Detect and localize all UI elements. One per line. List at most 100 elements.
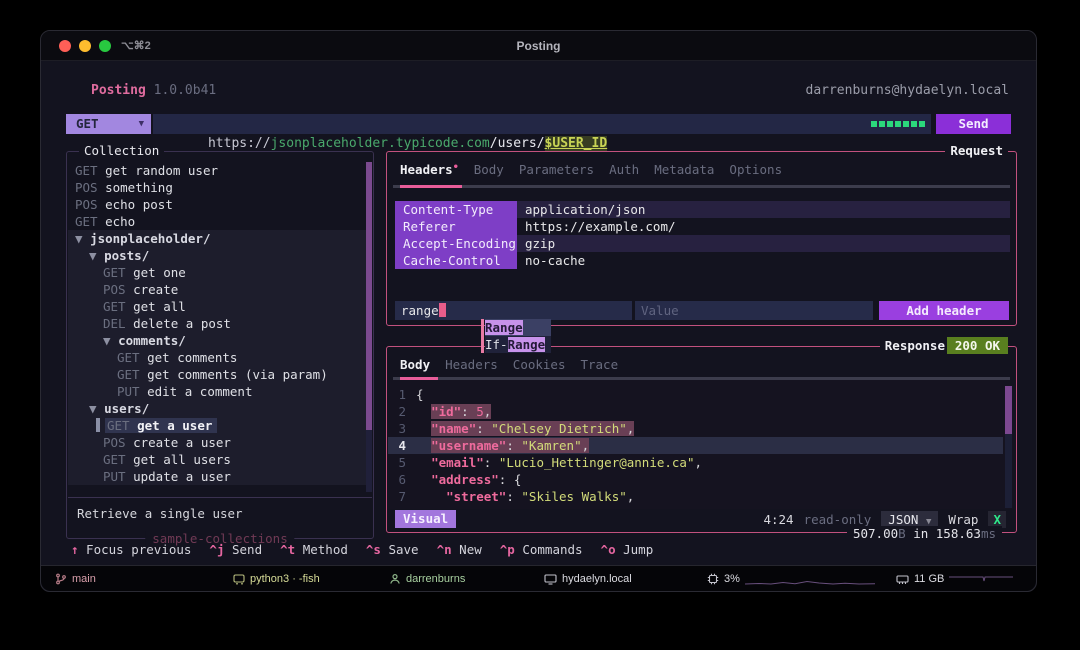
tree-request-get-comments-via-param-[interactable]: GET get comments (via param)	[68, 366, 372, 383]
tree-request-something[interactable]: POS something	[68, 179, 372, 196]
tree-request-get-all[interactable]: GET get all	[68, 298, 372, 315]
tree-request-edit-a-comment[interactable]: PUT edit a comment	[68, 383, 372, 400]
token: "address"	[431, 472, 499, 487]
tree-request-echo[interactable]: GET echo	[68, 213, 372, 230]
keybinding-save[interactable]: ^s Save	[366, 542, 419, 557]
key-action-label: Commands	[515, 542, 583, 557]
tree-request-get-random-user[interactable]: GET get random user	[68, 162, 372, 179]
header-row[interactable]: Cache-Controlno-cache	[395, 252, 1010, 269]
response-scrollbar-thumb[interactable]	[1005, 386, 1012, 434]
keybinding-jump[interactable]: ^o Jump	[601, 542, 654, 557]
tree-request-get-comments[interactable]: GET get comments	[68, 349, 372, 366]
tree-row-text: PUT edit a comment	[117, 384, 252, 399]
tree-request-get-a-user[interactable]: GET get a user	[68, 417, 372, 434]
tree-request-update-a-user[interactable]: PUT update a user	[68, 468, 372, 485]
request-method: POS	[103, 435, 133, 450]
header-value-cell: no-cache	[525, 252, 585, 269]
request-method: GET	[75, 163, 105, 178]
key-action-label: Save	[381, 542, 419, 557]
key-combo: ^p	[500, 542, 515, 557]
url-input[interactable]: https://jsonplaceholder.typicode.com/use…	[153, 114, 931, 134]
language-value: JSON	[888, 512, 918, 527]
tree-row-text: GET get all users	[103, 452, 231, 467]
username: darrenburns	[406, 573, 465, 585]
token: "Kamren"	[521, 438, 581, 453]
tab-metadata[interactable]: Metadata	[654, 162, 714, 177]
tab-headers[interactable]: Headers	[445, 357, 498, 372]
chevron-down-icon: ▼	[139, 114, 144, 134]
collapse-arrow-icon: ▼	[89, 248, 104, 263]
line-number: 1	[388, 386, 416, 403]
monitor-icon	[544, 573, 557, 585]
keybinding-send[interactable]: ^j Send	[209, 542, 262, 557]
memory-value: 11 GB	[914, 573, 944, 585]
tree-request-create[interactable]: POS create	[68, 281, 372, 298]
tree-row-text: ▼ users/	[89, 401, 149, 416]
header-value-input[interactable]: Value	[635, 301, 873, 320]
window-titlebar[interactable]: ⌥⌘2 Posting	[41, 31, 1036, 61]
indent	[416, 404, 431, 419]
line-number: 4	[388, 437, 416, 454]
response-scrollbar[interactable]	[1005, 386, 1012, 508]
activity-indicator	[871, 121, 925, 127]
request-name: get comments	[147, 350, 237, 365]
tree-folder-posts[interactable]: ▼ posts/	[68, 247, 372, 264]
tree-folder-users[interactable]: ▼ users/	[68, 400, 372, 417]
header-row[interactable]: Accept-Encodinggzip	[395, 235, 1010, 252]
app-name: Posting	[91, 83, 146, 98]
tree-request-delete-a-post[interactable]: DEL delete a post	[68, 315, 372, 332]
code-text: "email": "Lucio_Hettinger@annie.ca",	[416, 454, 702, 471]
tab-parameters[interactable]: Parameters	[519, 162, 594, 177]
autocomplete-option-range[interactable]: Range	[485, 319, 551, 336]
tab-body[interactable]: Body	[474, 162, 504, 177]
tab-body[interactable]: Body	[400, 357, 430, 372]
code-text: "id": 5,	[416, 403, 491, 420]
token: :	[484, 455, 499, 470]
selected-row-highlight: GET get a user	[105, 418, 217, 433]
tree-request-create-a-user[interactable]: POS create a user	[68, 434, 372, 451]
collection-scrollbar[interactable]	[366, 162, 372, 492]
code-line-5: 5 "email": "Lucio_Hettinger@annie.ca",	[388, 454, 1015, 471]
http-method-select[interactable]: GET ▼	[66, 114, 151, 134]
tree-row-text: POS something	[75, 180, 173, 195]
tree-folder-comments[interactable]: ▼ comments/	[68, 332, 372, 349]
token: :	[506, 489, 521, 504]
send-button[interactable]: Send	[936, 114, 1011, 134]
header-name-input[interactable]: range	[395, 301, 632, 320]
wrap-toggle[interactable]: X	[988, 511, 1006, 528]
tab-trace[interactable]: Trace	[580, 357, 618, 372]
tab-headers[interactable]: Headers•	[400, 162, 459, 177]
token: "id"	[431, 404, 461, 419]
autocomplete-option-if-range[interactable]: If-Range	[485, 336, 551, 353]
tree-request-get-all-users[interactable]: GET get all users	[68, 451, 372, 468]
request-tabs: Headers• Body Parameters Auth Metadata Option…	[400, 162, 782, 177]
request-name: something	[105, 180, 173, 195]
url-domain: jsonplaceholder.typicode.com	[271, 136, 490, 151]
keybinding-new[interactable]: ^n New	[437, 542, 482, 557]
language-select[interactable]: JSON ▼	[881, 511, 938, 528]
tab-auth[interactable]: Auth	[609, 162, 639, 177]
add-header-button[interactable]: Add header	[879, 301, 1009, 320]
request-method: PUT	[117, 384, 147, 399]
request-method: GET	[75, 214, 105, 229]
tree-row-text: GET get all	[103, 299, 186, 314]
tab-options[interactable]: Options	[729, 162, 782, 177]
keybinding-focus-previous[interactable]: ↑ Focus previous	[71, 542, 191, 557]
token: "street"	[446, 489, 506, 504]
header-row[interactable]: Refererhttps://example.com/	[395, 218, 1010, 235]
collection-scrollbar-thumb[interactable]	[366, 162, 372, 430]
keybinding-commands[interactable]: ^p Commands	[500, 542, 583, 557]
shell-name: python3 · -fish	[250, 573, 320, 585]
tree-request-get-one[interactable]: GET get one	[68, 264, 372, 281]
response-body-editor[interactable]: 1{2 "id": 5,3 "name": "Chelsey Dietrich"…	[388, 380, 1015, 509]
tree-request-echo-post[interactable]: POS echo post	[68, 196, 372, 213]
tree-folder-jsonplaceholder[interactable]: ▼ jsonplaceholder/	[68, 230, 372, 247]
request-name: echo	[105, 214, 135, 229]
header-name-cell: Content-Type	[395, 201, 517, 218]
code-text: "street": "Skiles Walks",	[416, 488, 634, 505]
keybinding-method[interactable]: ^t Method	[280, 542, 348, 557]
unsaved-dot-icon: •	[453, 162, 459, 173]
header-row[interactable]: Content-Typeapplication/json	[395, 201, 1010, 218]
tab-cookies[interactable]: Cookies	[513, 357, 566, 372]
branch-name: main	[72, 573, 96, 585]
